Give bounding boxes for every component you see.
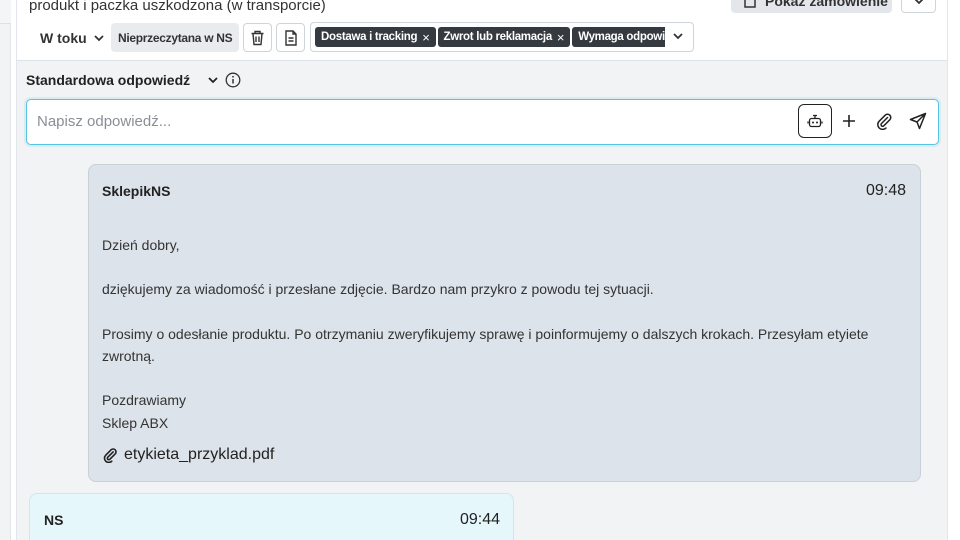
label-chip: Dostawa i tracking × <box>315 27 436 47</box>
message-line: Dzień dobry, <box>102 237 180 253</box>
unread-badge[interactable]: Nieprzeczytana w NS <box>111 23 240 52</box>
reply-composer <box>26 99 939 145</box>
info-icon[interactable] <box>225 72 241 88</box>
label-chip: Wymaga odpowiedzi × <box>572 27 665 47</box>
message-line: Pozdrawiamy <box>102 392 187 409</box>
send-icon <box>909 112 927 130</box>
add-button[interactable] <box>836 108 862 134</box>
robot-icon <box>807 114 823 128</box>
order-menu-button[interactable] <box>901 0 936 13</box>
store-icon <box>744 0 756 8</box>
message-attachment[interactable]: etykieta_przyklad.pdf <box>102 446 274 464</box>
remove-label-icon[interactable]: × <box>557 31 565 44</box>
left-sidebar-strip <box>0 0 11 540</box>
labels-list: Dostawa i tracking × Zwrot lub reklamacj… <box>315 27 665 49</box>
status-select[interactable]: W toku <box>29 24 109 51</box>
status-value: W toku <box>40 29 87 46</box>
ticket-subject: produkt i paczka uszkodzona (w transporc… <box>29 0 326 14</box>
message-line: Sklep ABX <box>102 414 169 431</box>
standard-reply-select[interactable]: Standardowa odpowiedź <box>26 72 241 88</box>
show-order-button[interactable]: Pokaż zamówienie <box>731 0 892 13</box>
ticket-header: produkt i paczka uszkodzona (w transporc… <box>17 0 947 61</box>
ticket-panel: produkt i paczka uszkodzona (w transporc… <box>16 0 948 540</box>
paperclip-icon <box>877 113 892 130</box>
message-outgoing: SklepikNS 09:48 Dzień dobry, dziękujemy … <box>88 164 921 482</box>
message-line: Prosimy o odesłanie produktu. Po otrzyma… <box>102 325 869 364</box>
label-chip-text: Zwrot lub reklamacja <box>443 31 553 43</box>
message-time: 09:44 <box>459 511 500 528</box>
send-button[interactable] <box>905 108 931 134</box>
document-icon <box>284 29 297 46</box>
message-incoming: NS 09:44 <box>29 493 514 540</box>
label-chip-text: Wymaga odpowiedzi <box>578 31 665 43</box>
left-strip-header <box>0 0 11 24</box>
plus-icon <box>843 115 855 127</box>
chevron-down-icon <box>914 0 923 4</box>
message-author: SklepikNS <box>102 183 171 199</box>
standard-reply-label: Standardowa odpowiedź <box>26 72 191 88</box>
message-time: 09:48 <box>865 182 906 199</box>
message-author: NS <box>44 512 64 528</box>
chevron-down-icon[interactable] <box>207 74 219 86</box>
delete-button[interactable] <box>243 23 272 52</box>
show-order-label: Pokaż zamówienie <box>765 0 888 9</box>
message-body: Dzień dobry, dziękujemy za wiadomość i p… <box>102 234 902 434</box>
attachment-filename: etykieta_przyklad.pdf <box>124 446 275 463</box>
trash-icon <box>251 30 264 45</box>
remove-label-icon[interactable]: × <box>422 31 430 44</box>
chevron-down-icon[interactable] <box>671 29 685 43</box>
label-chip: Zwrot lub reklamacja × <box>437 27 571 47</box>
ai-assistant-button[interactable] <box>798 104 832 138</box>
paperclip-icon <box>103 448 117 463</box>
labels-select[interactable]: Dostawa i tracking × Zwrot lub reklamacj… <box>310 22 694 52</box>
document-button[interactable] <box>276 23 305 52</box>
reply-input[interactable] <box>37 108 787 134</box>
attach-button[interactable] <box>871 108 897 134</box>
message-line: dziękujemy za wiadomość i przesłane zdję… <box>102 281 654 298</box>
label-chip-text: Dostawa i tracking <box>321 31 418 43</box>
chevron-down-icon <box>94 34 104 41</box>
